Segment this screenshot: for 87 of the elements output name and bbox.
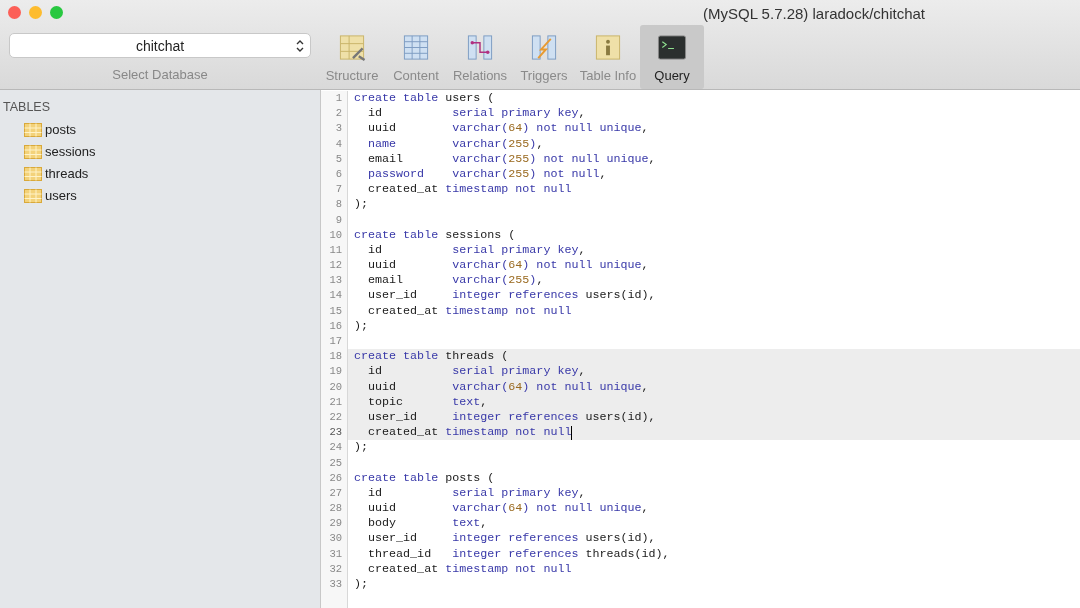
line-number: 29	[328, 516, 343, 532]
code-line: body text,	[367, 516, 488, 532]
table-list-item[interactable]: threads	[24, 165, 89, 182]
code-line: );	[354, 318, 369, 334]
code-line: created_at timestamp not null	[367, 182, 572, 198]
code-line: email varchar(255) not null unique,	[367, 151, 656, 167]
table-list-item[interactable]: posts	[24, 121, 77, 138]
line-number: 18	[328, 349, 343, 365]
line-number: 8	[334, 197, 343, 213]
line-number: 21	[328, 394, 343, 410]
line-number: 32	[328, 561, 343, 577]
line-number: 10	[328, 227, 343, 243]
code-line: user_id integer references users(id),	[367, 288, 656, 304]
table-wrench-icon	[337, 33, 367, 62]
table-list-item[interactable]: users	[24, 187, 77, 204]
line-number: 20	[328, 379, 343, 395]
zoom-button[interactable]	[50, 5, 63, 19]
code-line: id serial primary key,	[367, 485, 586, 502]
table-icon	[24, 144, 42, 159]
code-line: topic text,	[367, 394, 488, 410]
table-icon	[24, 188, 42, 203]
line-number: 2	[334, 106, 343, 122]
line-number: 15	[328, 303, 343, 319]
line-number: 27	[328, 485, 343, 501]
line-number: 12	[328, 258, 343, 274]
line-number: 33	[328, 577, 343, 592]
code-line: create table posts (	[354, 470, 495, 486]
chevron-icon	[295, 38, 305, 54]
line-number: 23	[328, 425, 343, 441]
code-line: user_id integer references users(id),	[367, 409, 656, 426]
line-number: 19	[328, 364, 343, 380]
code-line: );	[354, 197, 369, 213]
database-dropdown[interactable]: chitchat	[9, 33, 311, 58]
line-number: 4	[334, 136, 343, 152]
line-number: 17	[328, 334, 343, 349]
line-number: 31	[328, 546, 343, 562]
code-line: uuid varchar(64) not null unique,	[367, 501, 649, 517]
code-line: user_id integer references users(id),	[367, 531, 656, 547]
code-line: id serial primary key,	[367, 364, 586, 380]
code-line: password varchar(255) not null,	[367, 166, 607, 183]
toolbar-label: Select Database	[112, 67, 208, 82]
code-line: created_at timestamp not null	[367, 561, 572, 577]
code-line: create table sessions (	[354, 227, 516, 243]
line-number: 9	[334, 212, 343, 228]
terminal-icon	[657, 33, 687, 62]
linked-columns-icon	[465, 33, 495, 62]
close-button[interactable]	[8, 5, 21, 19]
line-number: 1	[334, 91, 343, 106]
code-line: create table users (	[354, 91, 495, 107]
code-line: );	[354, 440, 369, 456]
code-line: uuid varchar(64) not null unique,	[367, 121, 649, 137]
section-heading: TABLES	[3, 100, 51, 114]
query-editor[interactable]	[320, 90, 1080, 608]
window-title: (MySQL 5.7.28) laradock/chitchat	[703, 3, 926, 22]
code-line: name varchar(255),	[367, 136, 544, 152]
lightning-columns-icon	[529, 33, 559, 62]
toolbar-button[interactable]: Query	[640, 25, 704, 89]
code-line: uuid varchar(64) not null unique,	[367, 258, 649, 274]
line-number: 7	[334, 182, 343, 198]
line-number: 25	[328, 455, 343, 471]
code-line: created_at timestamp not null	[367, 303, 572, 319]
table-icon	[24, 122, 42, 137]
line-number: 6	[334, 166, 343, 182]
code-line: id serial primary key,	[367, 106, 586, 122]
line-number: 3	[334, 121, 343, 137]
code-line: email varchar(255),	[367, 273, 544, 289]
line-number: 11	[328, 242, 343, 258]
code-line: );	[354, 577, 369, 593]
line-number: 5	[334, 151, 343, 167]
line-number: 24	[328, 440, 343, 456]
code-line: uuid varchar(64) not null unique,	[367, 379, 649, 395]
minimize-button[interactable]	[29, 5, 42, 19]
line-number: 14	[328, 288, 343, 304]
table-icon	[401, 33, 431, 62]
code-line: id serial primary key,	[367, 242, 586, 259]
code-line: thread_id integer references threads(id),	[367, 546, 670, 562]
info-table-icon	[593, 33, 623, 62]
line-number: 22	[328, 409, 343, 425]
line-number: 26	[328, 470, 343, 486]
code-line: create table threads (	[354, 349, 509, 365]
table-icon	[24, 166, 42, 181]
table-list-item[interactable]: sessions	[24, 143, 96, 160]
code-line: created_at timestamp not null	[367, 425, 572, 441]
line-number: 13	[328, 273, 343, 289]
line-number: 16	[328, 318, 343, 334]
line-number: 28	[328, 501, 343, 517]
line-number: 30	[328, 531, 343, 547]
